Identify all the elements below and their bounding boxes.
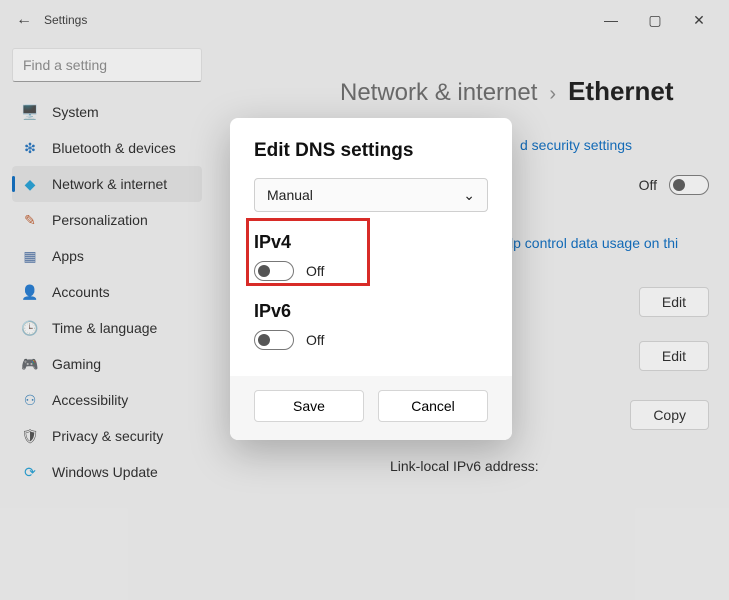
ipv6-heading: IPv6 bbox=[254, 301, 488, 322]
search-placeholder: Find a setting bbox=[23, 57, 107, 73]
active-indicator bbox=[12, 176, 15, 192]
dialog-title: Edit DNS settings bbox=[254, 140, 488, 162]
gaming-icon: 🎮 bbox=[22, 356, 38, 372]
ipv4-state: Off bbox=[306, 263, 324, 279]
ipv6-address-label: Link-local IPv6 address: bbox=[390, 458, 539, 474]
titlebar: ← Settings — ▢ ✕ bbox=[0, 0, 729, 40]
ipv4-toggle[interactable] bbox=[254, 261, 294, 281]
copy-button[interactable]: Copy bbox=[630, 400, 709, 430]
dns-mode-value: Manual bbox=[267, 187, 313, 203]
sidebar-item-personalization[interactable]: ✎ Personalization bbox=[12, 202, 202, 238]
security-settings-link[interactable]: d security settings bbox=[520, 137, 632, 153]
maximize-button[interactable]: ▢ bbox=[633, 4, 677, 36]
sidebar-item-label: Windows Update bbox=[52, 464, 158, 480]
privacy-security-icon: 🛡 bbox=[22, 428, 38, 444]
bluetooth-devices-icon: ❇ bbox=[22, 140, 38, 156]
save-button[interactable]: Save bbox=[254, 390, 364, 422]
chevron-down-icon: ⌄ bbox=[463, 187, 475, 204]
chevron-right-icon: › bbox=[549, 83, 556, 106]
metered-toggle[interactable] bbox=[669, 175, 709, 195]
sidebar-item-gaming[interactable]: 🎮 Gaming bbox=[12, 346, 202, 382]
metered-off-label: Off bbox=[639, 177, 657, 193]
sidebar-item-label: Bluetooth & devices bbox=[52, 140, 176, 156]
apps-icon: ▦ bbox=[22, 248, 38, 264]
ipv4-heading: IPv4 bbox=[254, 232, 488, 253]
cancel-button[interactable]: Cancel bbox=[378, 390, 488, 422]
sidebar-item-windows-update[interactable]: ⟳ Windows Update bbox=[12, 454, 202, 490]
personalization-icon: ✎ bbox=[22, 212, 38, 228]
sidebar-item-label: Apps bbox=[52, 248, 84, 264]
sidebar-item-bluetooth-devices[interactable]: ❇ Bluetooth & devices bbox=[12, 130, 202, 166]
sidebar-item-accessibility[interactable]: ⚇ Accessibility bbox=[12, 382, 202, 418]
sidebar-item-label: Accounts bbox=[52, 284, 110, 300]
windows-update-icon: ⟳ bbox=[22, 464, 38, 480]
search-input[interactable]: Find a setting bbox=[12, 48, 202, 82]
sidebar-item-label: Network & internet bbox=[52, 176, 167, 192]
sidebar-item-label: Accessibility bbox=[52, 392, 128, 408]
sidebar-item-accounts[interactable]: 👤 Accounts bbox=[12, 274, 202, 310]
breadcrumb: Network & internet › Ethernet bbox=[220, 76, 709, 107]
sidebar-item-label: Gaming bbox=[52, 356, 101, 372]
sidebar-item-apps[interactable]: ▦ Apps bbox=[12, 238, 202, 274]
time-language-icon: 🕒 bbox=[22, 320, 38, 336]
sidebar-item-label: Personalization bbox=[52, 212, 148, 228]
ipv6-state: Off bbox=[306, 332, 324, 348]
accessibility-icon: ⚇ bbox=[22, 392, 38, 408]
accounts-icon: 👤 bbox=[22, 284, 38, 300]
close-button[interactable]: ✕ bbox=[677, 4, 721, 36]
sidebar: Find a setting 🖥️ System ❇ Bluetooth & devi… bbox=[0, 40, 210, 600]
edit-button-1[interactable]: Edit bbox=[639, 287, 709, 317]
dns-mode-select[interactable]: Manual ⌄ bbox=[254, 178, 488, 212]
back-button[interactable]: ← bbox=[8, 4, 40, 36]
sidebar-item-time-language[interactable]: 🕒 Time & language bbox=[12, 310, 202, 346]
dns-settings-dialog: Edit DNS settings Manual ⌄ IPv4 Off IPv6… bbox=[230, 118, 512, 440]
breadcrumb-parent[interactable]: Network & internet bbox=[340, 79, 537, 107]
sidebar-item-network-internet[interactable]: ◆ Network & internet bbox=[12, 166, 202, 202]
edit-button-2[interactable]: Edit bbox=[639, 341, 709, 371]
sidebar-item-label: Privacy & security bbox=[52, 428, 163, 444]
sidebar-item-label: Time & language bbox=[52, 320, 157, 336]
sidebar-item-system[interactable]: 🖥️ System bbox=[12, 94, 202, 130]
network-internet-icon: ◆ bbox=[22, 176, 38, 192]
titlebar-label: Settings bbox=[44, 13, 87, 27]
sidebar-item-label: System bbox=[52, 104, 99, 120]
ipv6-toggle[interactable] bbox=[254, 330, 294, 350]
minimize-button[interactable]: — bbox=[589, 4, 633, 36]
data-usage-link[interactable]: lp control data usage on thi bbox=[510, 235, 678, 251]
sidebar-item-privacy-security[interactable]: 🛡 Privacy & security bbox=[12, 418, 202, 454]
system-icon: 🖥️ bbox=[22, 104, 38, 120]
page-title: Ethernet bbox=[568, 76, 673, 107]
